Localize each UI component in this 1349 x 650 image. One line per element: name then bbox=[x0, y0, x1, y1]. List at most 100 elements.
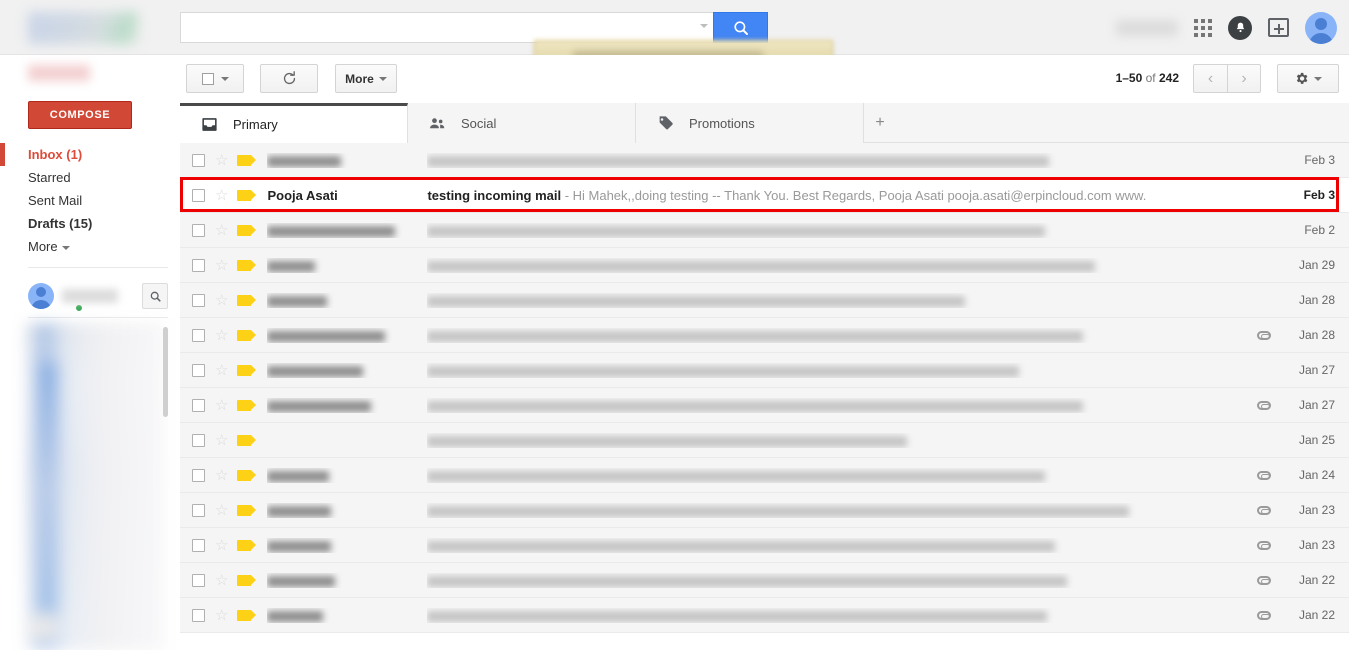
refresh-button[interactable] bbox=[260, 64, 318, 93]
sidebar-item-sent-mail[interactable]: Sent Mail bbox=[0, 189, 180, 212]
row-subject-cell bbox=[427, 328, 1251, 343]
star-icon[interactable]: ☆ bbox=[215, 153, 228, 168]
tab-social[interactable]: Social bbox=[408, 103, 636, 143]
sidebar-item-more[interactable]: More bbox=[0, 235, 180, 258]
table-row[interactable]: ☆ Jan 23 bbox=[180, 493, 1349, 528]
row-checkbox[interactable] bbox=[192, 538, 205, 552]
table-row[interactable]: ☆ Jan 22 bbox=[180, 563, 1349, 598]
user-avatar-icon[interactable] bbox=[1305, 11, 1337, 44]
next-page-button[interactable]: › bbox=[1227, 64, 1261, 93]
sidebar-item-drafts[interactable]: Drafts (15) bbox=[0, 212, 180, 235]
table-row[interactable]: ☆ Jan 29 bbox=[180, 248, 1349, 283]
table-row[interactable]: ☆ Jan 24 bbox=[180, 458, 1349, 493]
row-checkbox[interactable] bbox=[192, 468, 205, 482]
label-tag-icon[interactable] bbox=[237, 399, 257, 411]
row-checkbox[interactable] bbox=[192, 258, 205, 272]
star-icon[interactable]: ☆ bbox=[215, 363, 228, 378]
row-checkbox[interactable] bbox=[192, 363, 205, 377]
redacted-sender bbox=[267, 540, 332, 552]
table-row[interactable]: ☆ Jan 22 bbox=[180, 598, 1349, 633]
star-icon[interactable]: ☆ bbox=[215, 398, 228, 413]
row-checkbox[interactable] bbox=[192, 223, 205, 237]
row-checkbox[interactable] bbox=[192, 398, 205, 412]
redacted-subject bbox=[427, 155, 1050, 167]
star-icon[interactable]: ☆ bbox=[215, 223, 228, 238]
table-row[interactable]: ☆ Feb 2 bbox=[180, 213, 1349, 248]
table-row[interactable]: ☆ Jan 27 bbox=[180, 388, 1349, 423]
chat-panel-scrollbar[interactable] bbox=[163, 327, 168, 417]
star-icon[interactable]: ☆ bbox=[215, 573, 228, 588]
notifications-bell-icon[interactable] bbox=[1228, 15, 1252, 40]
table-row[interactable]: ☆ Jan 25 bbox=[180, 423, 1349, 458]
label-tag-icon[interactable] bbox=[237, 294, 257, 306]
star-icon[interactable]: ☆ bbox=[215, 503, 228, 518]
header-right-controls bbox=[1116, 0, 1337, 55]
label-tag-icon[interactable] bbox=[237, 154, 257, 166]
label-tag-icon[interactable] bbox=[237, 574, 257, 586]
row-checkbox[interactable] bbox=[192, 188, 205, 202]
row-sender bbox=[267, 258, 427, 273]
chat-contacts-panel-redacted[interactable] bbox=[24, 323, 164, 650]
row-sender bbox=[267, 503, 427, 518]
table-row[interactable]: ☆ Feb 3 bbox=[180, 143, 1349, 178]
table-row[interactable]: ☆ Jan 28 bbox=[180, 283, 1349, 318]
redacted-sender bbox=[267, 330, 386, 342]
redacted-sender bbox=[267, 610, 324, 622]
star-icon[interactable]: ☆ bbox=[215, 608, 228, 623]
star-icon[interactable]: ☆ bbox=[215, 433, 228, 448]
table-row[interactable]: ☆ Jan 27 bbox=[180, 353, 1349, 388]
star-icon[interactable]: ☆ bbox=[215, 468, 228, 483]
label-tag-icon[interactable] bbox=[237, 539, 257, 551]
label-tag-icon[interactable] bbox=[237, 259, 257, 271]
star-icon[interactable]: ☆ bbox=[215, 538, 228, 553]
table-row[interactable]: ☆ Jan 23 bbox=[180, 528, 1349, 563]
row-checkbox[interactable] bbox=[192, 433, 205, 447]
sidebar-item-inbox[interactable]: Inbox (1) bbox=[0, 143, 180, 166]
row-checkbox[interactable] bbox=[192, 573, 205, 587]
label-tag-icon[interactable] bbox=[237, 469, 257, 481]
sidebar-item-starred[interactable]: Starred bbox=[0, 166, 180, 189]
pagination-count: 1–50 of 242 bbox=[1116, 71, 1179, 85]
row-checkbox[interactable] bbox=[192, 328, 205, 342]
table-row[interactable]: ☆ Pooja Asati testing incoming mail - Hi M… bbox=[180, 178, 1349, 213]
select-all-checkbox[interactable] bbox=[201, 72, 214, 85]
label-tag-icon[interactable] bbox=[237, 504, 257, 516]
label-tag-icon[interactable] bbox=[237, 329, 257, 341]
compose-button[interactable]: COMPOSE bbox=[28, 101, 132, 129]
label-tag-icon[interactable] bbox=[237, 364, 257, 376]
search-button[interactable] bbox=[713, 12, 768, 43]
star-icon[interactable]: ☆ bbox=[215, 293, 228, 308]
label-tag-icon[interactable] bbox=[237, 224, 257, 236]
tab-primary[interactable]: Primary bbox=[180, 103, 408, 143]
select-all-button[interactable] bbox=[186, 64, 244, 93]
more-actions-button[interactable]: More bbox=[335, 64, 397, 93]
redacted-sender bbox=[267, 225, 396, 237]
row-attachment-cell bbox=[1251, 608, 1277, 623]
previous-page-button[interactable]: ‹ bbox=[1193, 64, 1227, 93]
redacted-subject bbox=[427, 295, 966, 307]
star-icon[interactable]: ☆ bbox=[215, 188, 228, 203]
label-tag-icon[interactable] bbox=[237, 434, 257, 446]
tab-promotions[interactable]: Promotions bbox=[636, 103, 864, 143]
add-category-tab-button[interactable]: + bbox=[864, 103, 896, 142]
row-checkbox[interactable] bbox=[192, 503, 205, 517]
chat-search-icon bbox=[150, 291, 161, 302]
row-checkbox[interactable] bbox=[192, 293, 205, 307]
chat-user-avatar-icon[interactable] bbox=[28, 283, 54, 309]
row-checkbox[interactable] bbox=[192, 153, 205, 167]
label-tag-icon[interactable] bbox=[237, 189, 257, 201]
apps-grid-icon[interactable] bbox=[1194, 18, 1212, 37]
add-to-box-icon[interactable] bbox=[1268, 18, 1289, 37]
chat-search-button[interactable] bbox=[142, 283, 168, 309]
search-input[interactable] bbox=[180, 12, 713, 43]
search-options-caret-icon[interactable] bbox=[700, 24, 708, 28]
list-toolbar: More 1–50 of 242 ‹ › bbox=[180, 55, 1349, 103]
row-checkbox[interactable] bbox=[192, 608, 205, 622]
star-icon[interactable]: ☆ bbox=[215, 258, 228, 273]
settings-button[interactable] bbox=[1277, 64, 1339, 93]
label-tag-icon[interactable] bbox=[237, 609, 257, 621]
refresh-icon bbox=[283, 71, 295, 85]
attachment-icon bbox=[1257, 330, 1271, 340]
table-row[interactable]: ☆ Jan 28 bbox=[180, 318, 1349, 353]
star-icon[interactable]: ☆ bbox=[215, 328, 228, 343]
